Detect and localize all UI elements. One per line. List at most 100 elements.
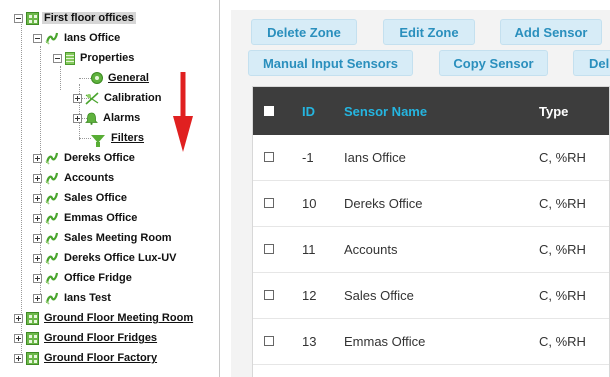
tree-item-label: Filters (111, 132, 145, 144)
table-row[interactable]: 12 Sales Office C, %RH (253, 273, 609, 319)
calibration-icon (85, 91, 99, 105)
tree-item-sensor[interactable]: Sales Office (33, 189, 129, 207)
zone-grid-icon (26, 11, 39, 25)
cell-id: 11 (302, 242, 316, 257)
tree-item-sensor[interactable]: Accounts (33, 169, 116, 187)
column-header-type[interactable]: Type (539, 87, 568, 135)
expand-icon[interactable] (33, 233, 42, 243)
tree-item-label: Alarms (103, 112, 141, 124)
sensor-wave-icon (45, 211, 59, 225)
table-row[interactable]: 11 Accounts C, %RH (253, 227, 609, 273)
general-icon (91, 72, 103, 84)
tree-connector (60, 66, 61, 90)
expand-icon[interactable] (33, 193, 42, 203)
tree-item-label: Office Fridge (64, 272, 132, 284)
expand-icon[interactable] (33, 173, 42, 183)
cell-sensor-name: Emmas Office (344, 334, 426, 349)
tree-item-label: Sales Office (64, 192, 127, 204)
cell-type: C, %RH (539, 196, 586, 211)
sensor-wave-icon (45, 151, 59, 165)
cell-sensor-name: Accounts (344, 242, 398, 257)
row-checkbox[interactable] (264, 152, 274, 162)
cell-type: C, %RH (539, 242, 586, 257)
delete-sensor-button[interactable]: Del (573, 50, 610, 76)
expand-icon[interactable] (33, 293, 42, 303)
delete-zone-button[interactable]: Delete Zone (251, 19, 357, 45)
row-checkbox[interactable] (264, 290, 274, 300)
tree-item-first-floor-offices[interactable]: First floor offices (14, 9, 136, 27)
row-checkbox[interactable] (264, 198, 274, 208)
row-checkbox[interactable] (264, 336, 274, 346)
tree-item-sensor[interactable]: Dereks Office Lux-UV (33, 249, 178, 267)
zone-tree: First floor offices Ians Office Properti… (0, 0, 220, 377)
expand-icon[interactable] (33, 253, 42, 263)
cell-id: 10 (302, 196, 317, 211)
tree-item-sensor[interactable]: Sales Meeting Room (33, 229, 174, 247)
expand-icon[interactable] (33, 213, 42, 223)
expand-icon[interactable] (33, 153, 42, 163)
tree-item-filters[interactable]: Filters (91, 129, 146, 147)
tree-item-ians-office[interactable]: Ians Office (33, 29, 122, 47)
cell-type: C, %RH (539, 334, 586, 349)
column-header-sensor-name[interactable]: Sensor Name (344, 87, 427, 135)
tree-item-zone[interactable]: Ground Floor Meeting Room (14, 309, 195, 327)
properties-icon (65, 51, 75, 65)
column-header-id[interactable]: ID (302, 87, 315, 135)
tree-item-alarms[interactable]: Alarms (73, 109, 142, 127)
tree-item-label: Accounts (64, 172, 115, 184)
tree-item-properties[interactable]: Properties (53, 49, 136, 67)
collapse-icon[interactable] (53, 53, 62, 63)
expand-icon[interactable] (14, 313, 23, 323)
tree-connector (79, 78, 91, 79)
expand-icon[interactable] (14, 333, 23, 343)
table-row[interactable]: 13 Emmas Office C, %RH (253, 319, 609, 365)
tree-item-label: Ground Floor Fridges (44, 332, 158, 344)
cell-sensor-name: Ians Office (344, 150, 406, 165)
expand-icon[interactable] (14, 353, 23, 363)
sensor-wave-icon (45, 31, 59, 45)
expand-icon[interactable] (73, 93, 82, 103)
row-checkbox[interactable] (264, 244, 274, 254)
tree-item-calibration[interactable]: Calibration (73, 89, 163, 107)
cell-type: C, %RH (539, 150, 586, 165)
tree-item-label: First floor offices (42, 12, 136, 24)
zone-grid-icon (26, 331, 39, 345)
tree-item-label: Ians Test (64, 292, 111, 304)
tree-item-sensor[interactable]: Dereks Office (33, 149, 137, 167)
sensor-wave-icon (45, 291, 59, 305)
cell-id: -1 (302, 150, 314, 165)
tree-item-label: Calibration (104, 92, 162, 104)
cell-sensor-name: Dereks Office (344, 196, 423, 211)
add-sensor-button[interactable]: Add Sensor (500, 19, 602, 45)
cell-id: 12 (302, 288, 317, 303)
zone-grid-icon (26, 311, 39, 325)
copy-sensor-button[interactable]: Copy Sensor (439, 50, 548, 76)
table-header: ID Sensor Name Type (253, 87, 609, 135)
table-row[interactable]: -1 Ians Office C, %RH (253, 135, 609, 181)
tree-item-sensor[interactable]: Emmas Office (33, 209, 139, 227)
tree-connector (79, 138, 91, 139)
tree-item-label: Ground Floor Factory (44, 352, 158, 364)
tree-item-zone[interactable]: Ground Floor Fridges (14, 329, 159, 347)
sensor-wave-icon (45, 171, 59, 185)
zone-grid-icon (26, 351, 39, 365)
sensor-wave-icon (45, 271, 59, 285)
expand-icon[interactable] (33, 273, 42, 283)
arrow-down-icon (173, 72, 193, 152)
collapse-icon[interactable] (14, 13, 23, 23)
cell-id: 13 (302, 334, 317, 349)
tree-item-zone[interactable]: Ground Floor Factory (14, 349, 159, 367)
sensor-wave-icon (45, 231, 59, 245)
sensor-wave-icon (45, 191, 59, 205)
tree-item-general[interactable]: General (91, 69, 151, 87)
expand-icon[interactable] (73, 113, 82, 123)
manual-input-sensors-button[interactable]: Manual Input Sensors (248, 50, 413, 76)
sensor-table: ID Sensor Name Type -1 Ians Office C, %R… (252, 86, 610, 377)
tree-item-sensor[interactable]: Office Fridge (33, 269, 134, 287)
table-row[interactable]: 10 Dereks Office C, %RH (253, 181, 609, 227)
collapse-icon[interactable] (33, 33, 42, 43)
edit-zone-button[interactable]: Edit Zone (383, 19, 475, 45)
tree-item-label: General (108, 72, 149, 84)
tree-item-sensor[interactable]: Ians Test (33, 289, 113, 307)
select-all-checkbox[interactable] (264, 106, 274, 116)
